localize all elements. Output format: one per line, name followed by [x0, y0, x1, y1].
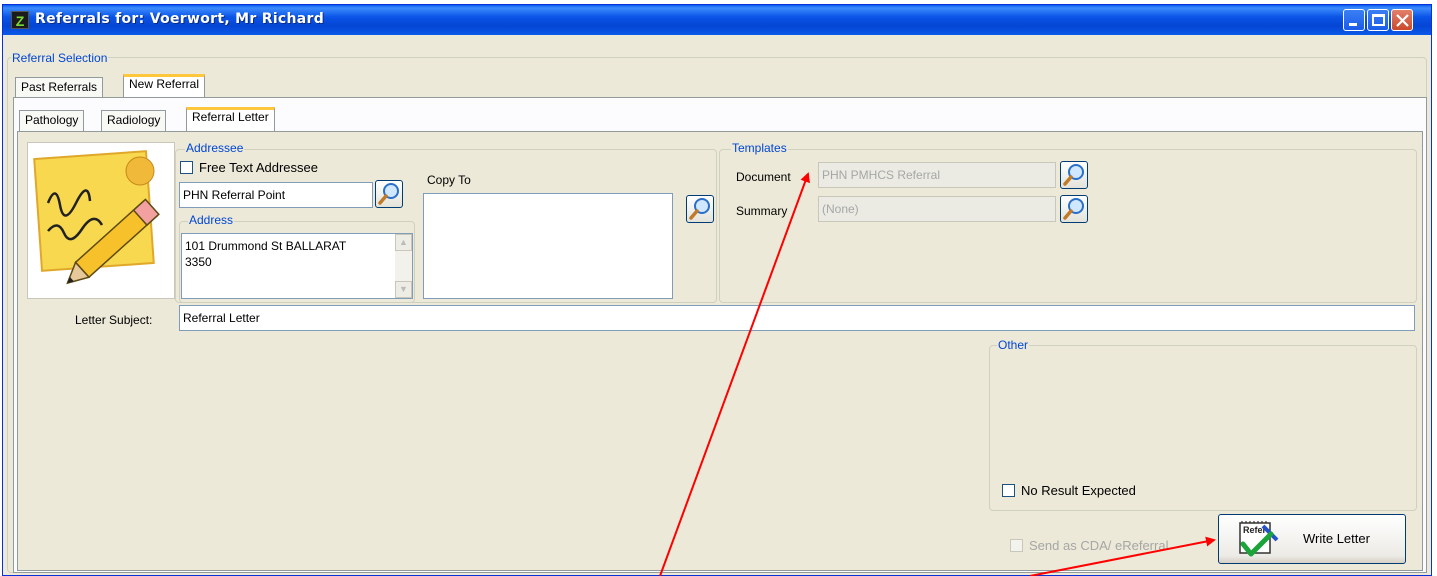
annotation-arrow-document: [659, 172, 810, 576]
annotation-arrows: [659, 172, 1216, 576]
annotation-arrow-write-letter: [1029, 536, 1216, 576]
